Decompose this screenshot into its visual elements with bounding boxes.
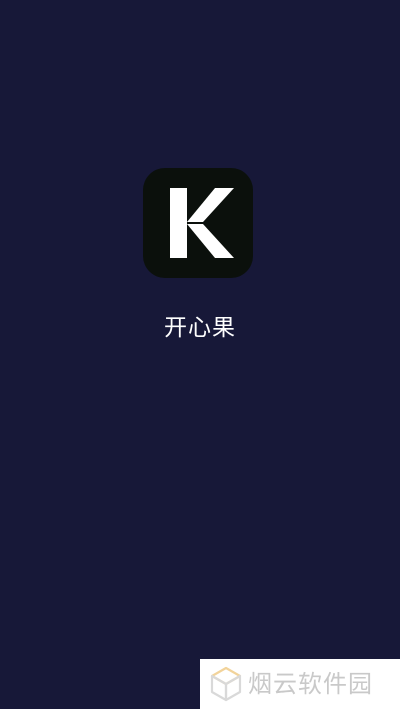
app-name: 开心果 xyxy=(164,315,236,341)
watermark-banner: 烟云软件园 xyxy=(200,659,400,709)
cube-logo-icon xyxy=(210,666,242,702)
watermark-text: 烟云软件园 xyxy=(248,670,373,698)
k-logo-icon xyxy=(170,188,234,258)
app-logo xyxy=(143,168,253,278)
splash-screen: 开心果 烟云软件园 xyxy=(0,0,400,709)
